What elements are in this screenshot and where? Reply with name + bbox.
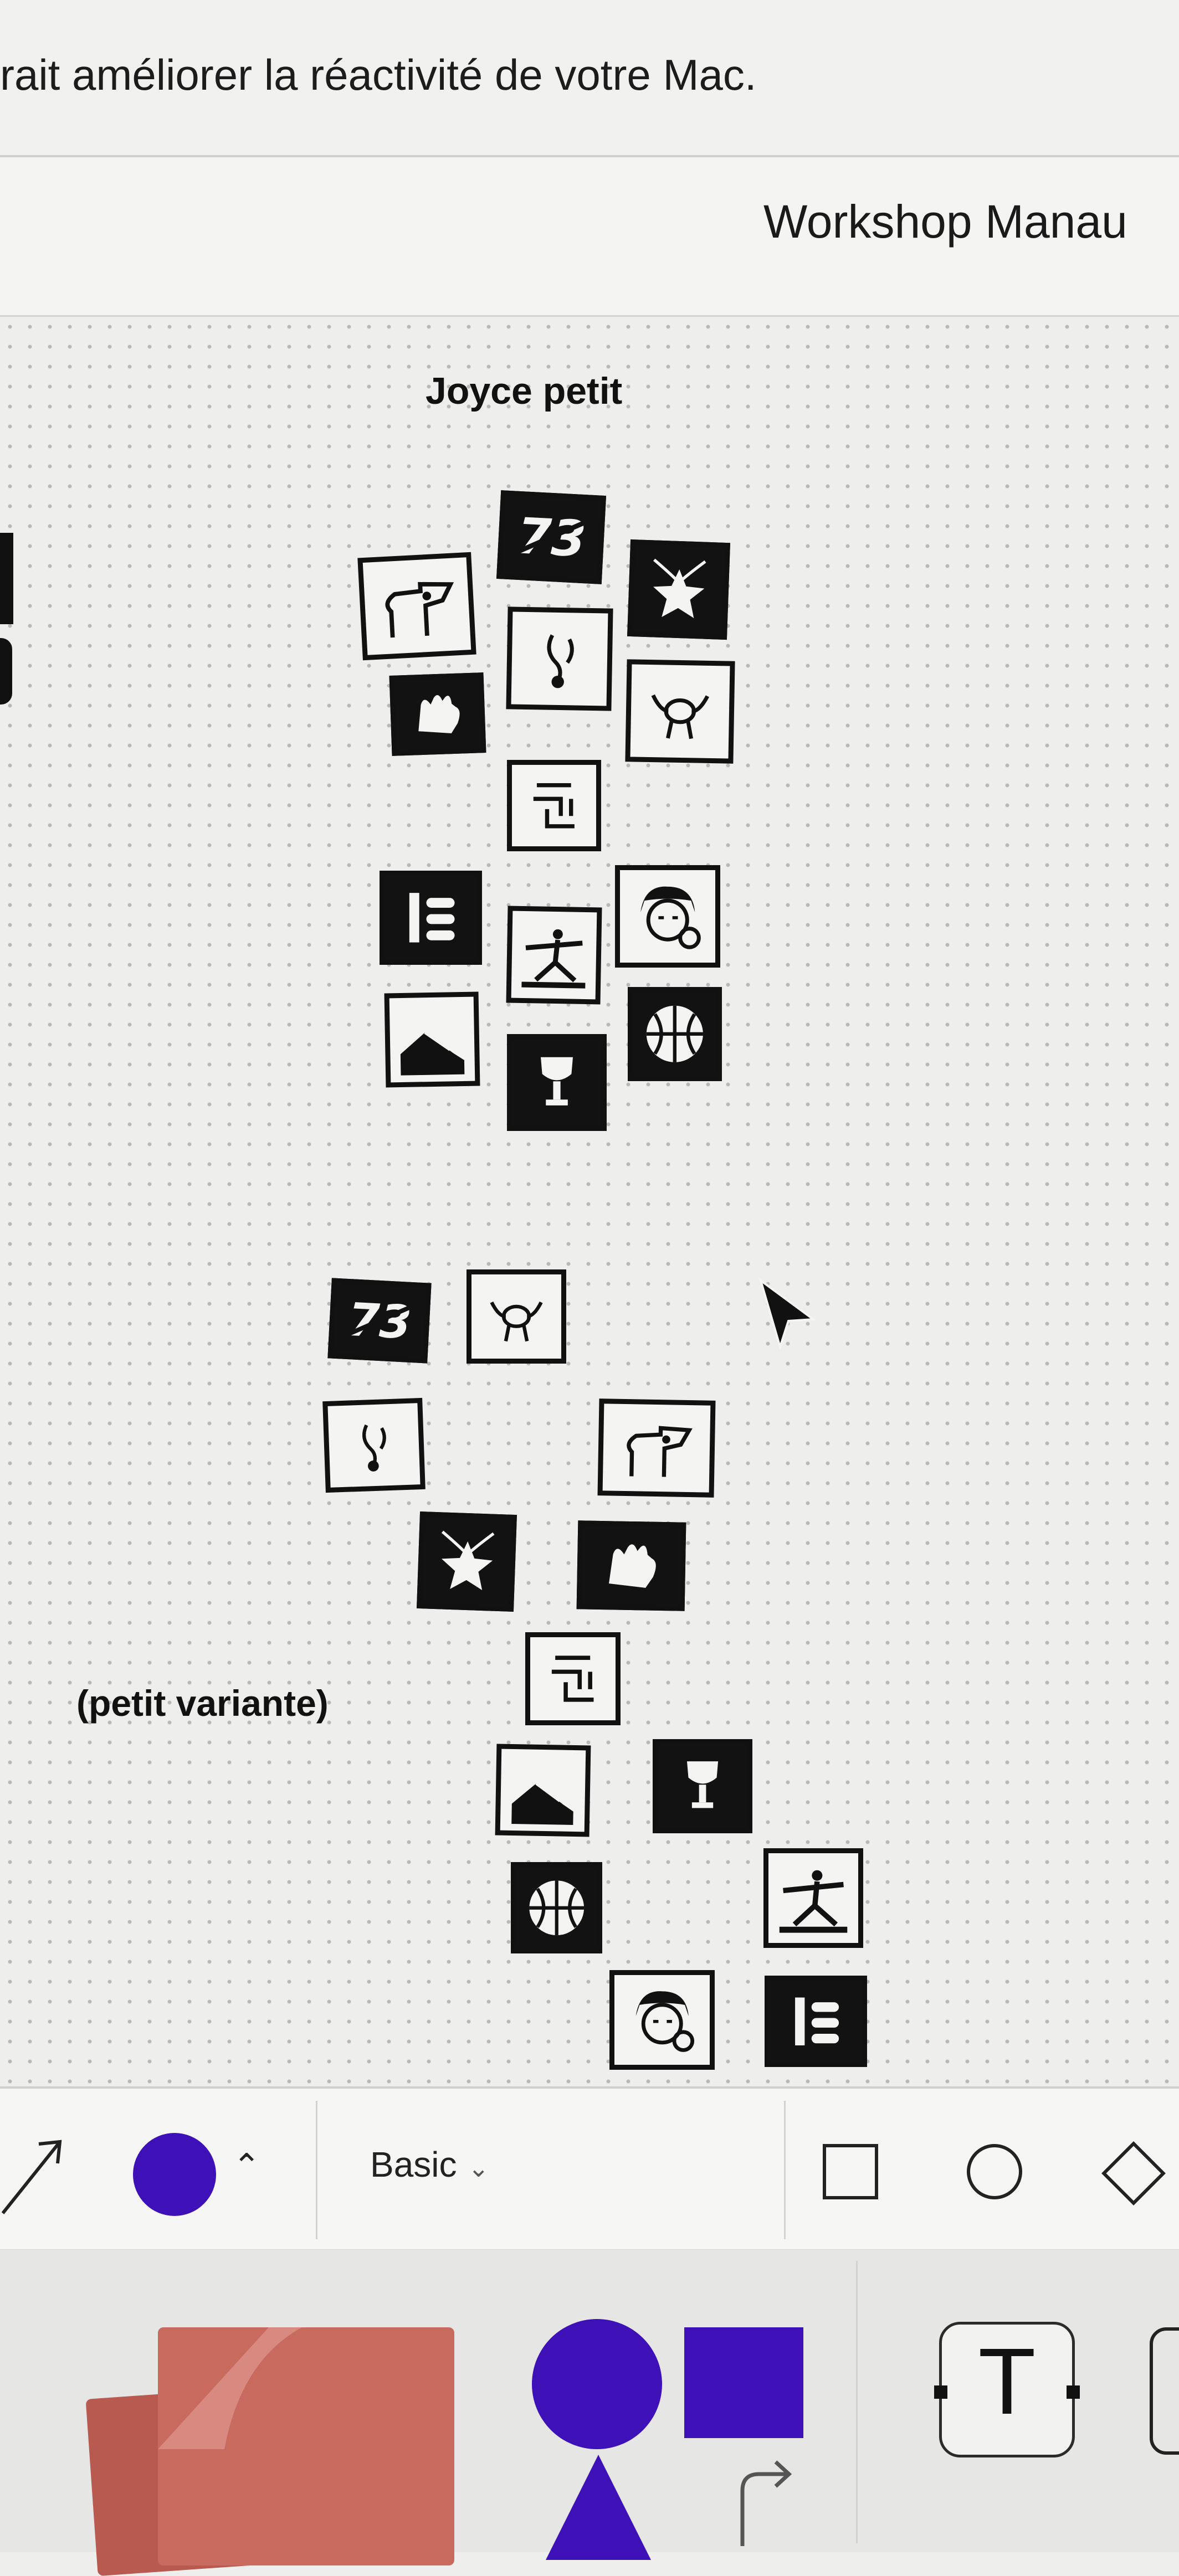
maze-sticker[interactable] (507, 760, 601, 851)
caret-up-icon[interactable]: ⌃ (233, 2147, 260, 2186)
bars-sticker[interactable] (765, 1976, 867, 2067)
trophy-sticker[interactable] (653, 1739, 752, 1833)
star-brush-sticker[interactable] (627, 539, 730, 640)
connector-arrow-icon[interactable] (731, 2457, 798, 2546)
ballet-feet-icon (362, 1424, 386, 1472)
star-brush-sticker[interactable] (416, 1511, 517, 1612)
basketball-sticker[interactable] (511, 1862, 602, 1953)
text-handle-right (1067, 2385, 1080, 2399)
star-icon (653, 558, 706, 618)
leg-icon (400, 1031, 465, 1076)
hands-ball-sticker[interactable] (467, 1269, 566, 1364)
trophy-icon (540, 1057, 573, 1106)
shape-style-toolbar: ⌃ Basic ⌄ (0, 2086, 1179, 2251)
circle-shape-button[interactable] (967, 2144, 1022, 2199)
document-title[interactable]: Workshop Manau (763, 195, 1127, 249)
offscreen-shape[interactable] (0, 638, 12, 705)
text-tool-button[interactable]: T (934, 2322, 1080, 2457)
panel-divider (856, 2261, 858, 2543)
basketball-sticker[interactable] (628, 987, 722, 1081)
more-tools-button[interactable] (1150, 2327, 1179, 2455)
girl-face-icon (635, 1991, 694, 2052)
toolbar-divider (784, 2101, 786, 2239)
text-tool-glyph: T (978, 2329, 1036, 2434)
bars-icon (409, 893, 455, 943)
leg-icon (511, 1782, 573, 1826)
square-shape-sticker[interactable] (684, 2327, 803, 2438)
insert-panel: T (0, 2250, 1179, 2576)
trophy-icon (686, 1761, 719, 1808)
yoga-figure-icon (521, 929, 586, 989)
girl-face-sticker[interactable] (609, 1970, 715, 2070)
document-header: Workshop Manau (0, 157, 1179, 317)
head-profile-sticker[interactable] (597, 1398, 716, 1498)
basketball-icon (529, 1880, 584, 1935)
bars-sticker[interactable] (380, 871, 482, 965)
notification-text: rait améliorer la réactivité de votre Ma… (0, 50, 757, 99)
color-picker-swatch[interactable] (133, 2133, 216, 2216)
style-dropdown-label: Basic (370, 2145, 457, 2184)
number-73-sticker[interactable]: 73 (327, 1278, 432, 1364)
hands-ball-icon (490, 1302, 543, 1342)
hands-ball-sticker[interactable] (625, 659, 735, 764)
maze-icon (533, 783, 575, 829)
maze-icon (552, 1655, 594, 1702)
ballet-feet-sticker[interactable] (322, 1397, 426, 1493)
notification-bar: rait améliorer la réactivité de votre Ma… (0, 0, 1179, 157)
head-profile-icon (627, 1426, 693, 1477)
maze-sticker[interactable] (525, 1632, 621, 1725)
group-label-petit-variante[interactable]: (petit variante) (76, 1682, 329, 1724)
sticky-note-curl-icon (158, 2327, 302, 2449)
offscreen-shape[interactable] (0, 533, 13, 624)
glove-sticker[interactable] (389, 672, 486, 756)
number-73-icon: 73 (346, 1293, 413, 1350)
group-label-joyce-petit[interactable]: Joyce petit (426, 369, 622, 413)
trophy-sticker[interactable] (507, 1034, 607, 1131)
leg-sticker[interactable] (384, 991, 480, 1088)
head-profile-sticker[interactable] (357, 552, 476, 661)
triangle-shape-sticker[interactable] (546, 2455, 651, 2560)
circle-shape-sticker[interactable] (532, 2319, 662, 2449)
glove-sticker[interactable] (576, 1520, 686, 1611)
hands-ball-icon (651, 695, 710, 739)
number-73-icon: 73 (515, 508, 587, 569)
bars-icon (795, 1997, 839, 2045)
head-profile-icon (385, 582, 454, 638)
arrow-tool-icon[interactable] (0, 2133, 66, 2216)
leg-sticker[interactable] (495, 1744, 591, 1837)
glove-icon (609, 1544, 656, 1588)
glove-icon (418, 695, 460, 734)
square-shape-button[interactable] (823, 2144, 878, 2199)
ballet-feet-sticker[interactable] (506, 606, 613, 711)
diamond-shape-button[interactable] (1101, 2141, 1166, 2205)
toolbar-divider (316, 2101, 317, 2239)
mouse-cursor-icon (758, 1278, 817, 1351)
yoga-pose-sticker[interactable] (506, 906, 602, 1005)
chevron-down-icon: ⌄ (468, 2153, 490, 2182)
star-icon (441, 1530, 495, 1590)
yoga-pose-sticker[interactable] (763, 1848, 863, 1948)
style-dropdown[interactable]: Basic ⌄ (370, 2144, 489, 2185)
yoga-figure-icon (779, 1870, 848, 1933)
girl-face-icon (640, 887, 701, 950)
girl-face-sticker[interactable] (615, 865, 720, 968)
ballet-feet-icon (547, 634, 574, 688)
whiteboard-canvas[interactable]: Joyce petit (petit variante) 73 73 (0, 317, 1179, 2086)
basketball-icon (646, 1005, 704, 1063)
number-73-sticker[interactable]: 73 (496, 490, 607, 584)
